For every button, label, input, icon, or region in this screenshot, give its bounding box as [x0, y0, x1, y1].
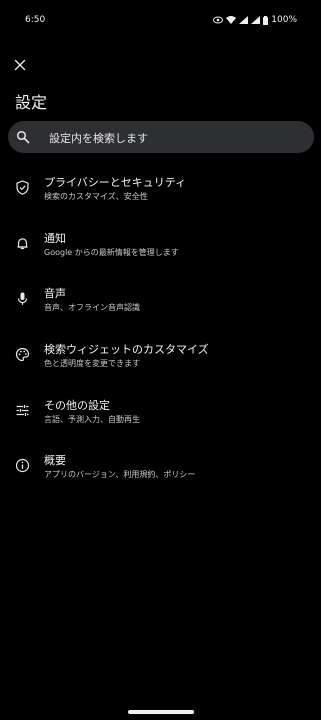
settings-item-other[interactable]: その他の設定 言語、予測入力、自動再生: [0, 393, 321, 443]
close-button[interactable]: [12, 57, 28, 73]
microphone-icon: [17, 292, 28, 305]
wifi-icon: [226, 16, 237, 24]
settings-item-label: 概要: [44, 454, 66, 467]
settings-item-privacy[interactable]: プライバシーとセキュリティ 検索のカスタマイズ、安全性: [0, 170, 321, 220]
status-bar: 6:50 100%: [0, 0, 321, 40]
settings-item-search-widget[interactable]: 検索ウィジェットのカスタマイズ 色と透明度を変更できます: [0, 337, 321, 387]
info-icon: [15, 458, 30, 473]
settings-item-label: 検索ウィジェットのカスタマイズ: [44, 343, 209, 356]
settings-item-sublabel: 言語、予測入力、自動再生: [44, 415, 140, 424]
close-icon: [14, 59, 26, 71]
signal-icon-2: [251, 16, 261, 24]
settings-item-sublabel: 音声、オフライン音声認識: [44, 303, 140, 312]
eye-icon: [213, 16, 224, 24]
settings-item-about[interactable]: 概要 アプリのバージョン、利用規約、ポリシー: [0, 448, 321, 498]
battery-icon: [263, 15, 269, 25]
settings-item-sublabel: 色と透明度を変更できます: [44, 359, 140, 368]
shield-check-icon: [16, 180, 29, 195]
palette-icon: [15, 347, 30, 362]
settings-item-label: 音声: [44, 287, 66, 300]
status-time: 6:50: [25, 15, 46, 25]
settings-item-sublabel: Google からの最新情報を管理します: [44, 248, 179, 257]
settings-item-label: 通知: [44, 232, 66, 245]
signal-icon: [239, 16, 249, 24]
settings-item-voice[interactable]: 音声 音声、オフライン音声認識: [0, 281, 321, 331]
page-title: 設定: [15, 93, 48, 112]
search-icon: [16, 130, 30, 144]
battery-percent: 100%: [271, 15, 297, 25]
settings-item-sublabel: アプリのバージョン、利用規約、ポリシー: [44, 470, 196, 479]
settings-item-label: プライバシーとセキュリティ: [44, 176, 187, 189]
search-bar[interactable]: 設定内を検索します: [8, 121, 314, 153]
bell-icon: [17, 238, 28, 250]
settings-item-label: その他の設定: [44, 399, 110, 412]
settings-item-sublabel: 検索のカスタマイズ、安全性: [44, 192, 148, 201]
search-placeholder: 設定内を検索します: [49, 132, 148, 145]
settings-item-notifications[interactable]: 通知 Google からの最新情報を管理します: [0, 226, 321, 276]
tune-icon: [16, 405, 29, 416]
status-icons: 100%: [213, 15, 297, 25]
gesture-navigation-bar[interactable]: [128, 710, 194, 714]
